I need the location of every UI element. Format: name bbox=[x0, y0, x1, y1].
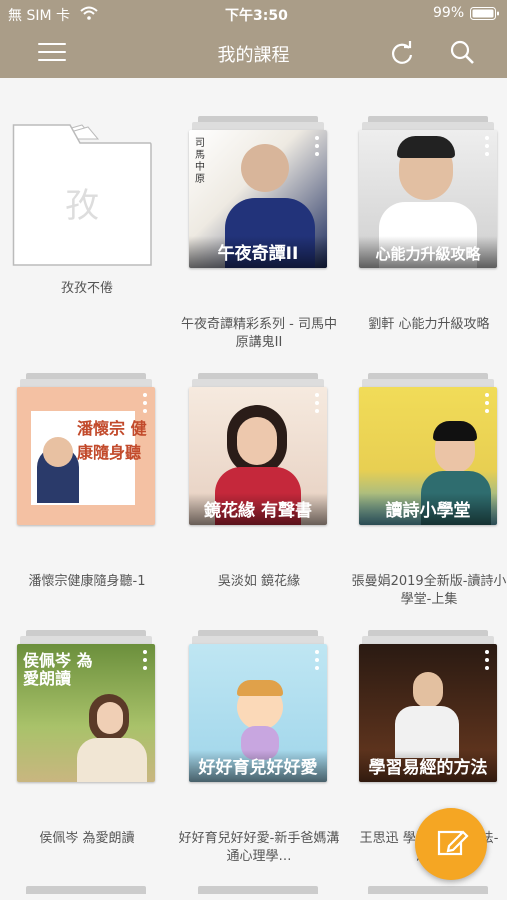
battery-text: 99% bbox=[433, 5, 465, 21]
course-label: 潘懷宗健康隨身聽-1 bbox=[28, 574, 146, 589]
cover-title: 午夜奇譚II bbox=[189, 236, 327, 268]
course-cover[interactable]: 潘懷宗 健康隨身聽 bbox=[17, 387, 155, 525]
next-row-item bbox=[368, 886, 488, 894]
more-icon[interactable] bbox=[315, 650, 319, 670]
cover-title: 侯佩岑 為愛朗讀 bbox=[23, 651, 93, 688]
more-icon[interactable] bbox=[143, 393, 147, 413]
course-cover[interactable]: 好好育兒好好愛 bbox=[189, 644, 327, 782]
course-label: 張曼娟2019全新版-讀詩小學堂-上集 bbox=[351, 574, 507, 607]
refresh-icon[interactable] bbox=[387, 38, 417, 68]
cover-title: 潘懷宗 健康隨身聽 bbox=[77, 419, 147, 462]
folder-glyph: 孜 bbox=[65, 186, 99, 226]
edit-icon bbox=[437, 830, 469, 856]
course-label: 侯佩岑 為愛朗讀 bbox=[39, 831, 135, 846]
page-title: 我的課程 bbox=[217, 45, 290, 66]
cover-vertical-text: 司馬中原 bbox=[195, 138, 205, 185]
course-label: 劉軒 心能力升級攻略 bbox=[368, 317, 490, 332]
course-label: 吳淡如 鏡花緣 bbox=[217, 574, 301, 589]
next-row-item bbox=[198, 886, 318, 894]
more-icon[interactable] bbox=[315, 136, 319, 156]
more-icon[interactable] bbox=[143, 650, 147, 670]
next-row-item bbox=[26, 886, 146, 894]
cover-title: 好好育兒好好愛 bbox=[189, 750, 327, 782]
more-icon[interactable] bbox=[485, 393, 489, 413]
course-label: 午夜奇譚精彩系列 - 司馬中原講鬼II bbox=[181, 317, 337, 350]
wifi-icon bbox=[80, 6, 98, 20]
time-text: 下午3:50 bbox=[225, 8, 288, 24]
course-cover[interactable]: 心能力升級攻略 bbox=[359, 130, 497, 268]
more-icon[interactable] bbox=[315, 393, 319, 413]
course-cover[interactable]: 讀詩小學堂 bbox=[359, 387, 497, 525]
carrier-text: 無 SIM 卡 bbox=[8, 8, 70, 24]
search-icon[interactable] bbox=[448, 38, 478, 68]
folder-label: 孜孜不倦 bbox=[60, 281, 113, 296]
course-label: 好好育兒好好愛-新手爸媽溝通心理學… bbox=[178, 831, 340, 864]
status-bar: 無 SIM 卡 下午3:50 99% bbox=[0, 0, 507, 28]
cover-title: 讀詩小學堂 bbox=[359, 493, 497, 525]
course-grid: 孜 孜孜不倦 司馬中原 午夜奇譚II 午夜奇譚精彩系列 - 司馬中原講鬼II 心… bbox=[0, 78, 507, 900]
cover-title: 心能力升級攻略 bbox=[359, 236, 497, 268]
battery-icon bbox=[470, 7, 499, 20]
more-icon[interactable] bbox=[485, 136, 489, 156]
more-icon[interactable] bbox=[485, 650, 489, 670]
cover-title: 鏡花緣 有聲書 bbox=[189, 493, 327, 525]
course-cover[interactable]: 司馬中原 午夜奇譚II bbox=[189, 130, 327, 268]
header-bar: 我的課程 bbox=[0, 28, 507, 78]
course-cover[interactable]: 鏡花緣 有聲書 bbox=[189, 387, 327, 525]
course-cover[interactable]: 學習易經的方法 bbox=[359, 644, 497, 782]
edit-fab-button[interactable] bbox=[415, 808, 487, 880]
course-cover[interactable]: 侯佩岑 為愛朗讀 bbox=[17, 644, 155, 782]
cover-title: 學習易經的方法 bbox=[359, 750, 497, 782]
